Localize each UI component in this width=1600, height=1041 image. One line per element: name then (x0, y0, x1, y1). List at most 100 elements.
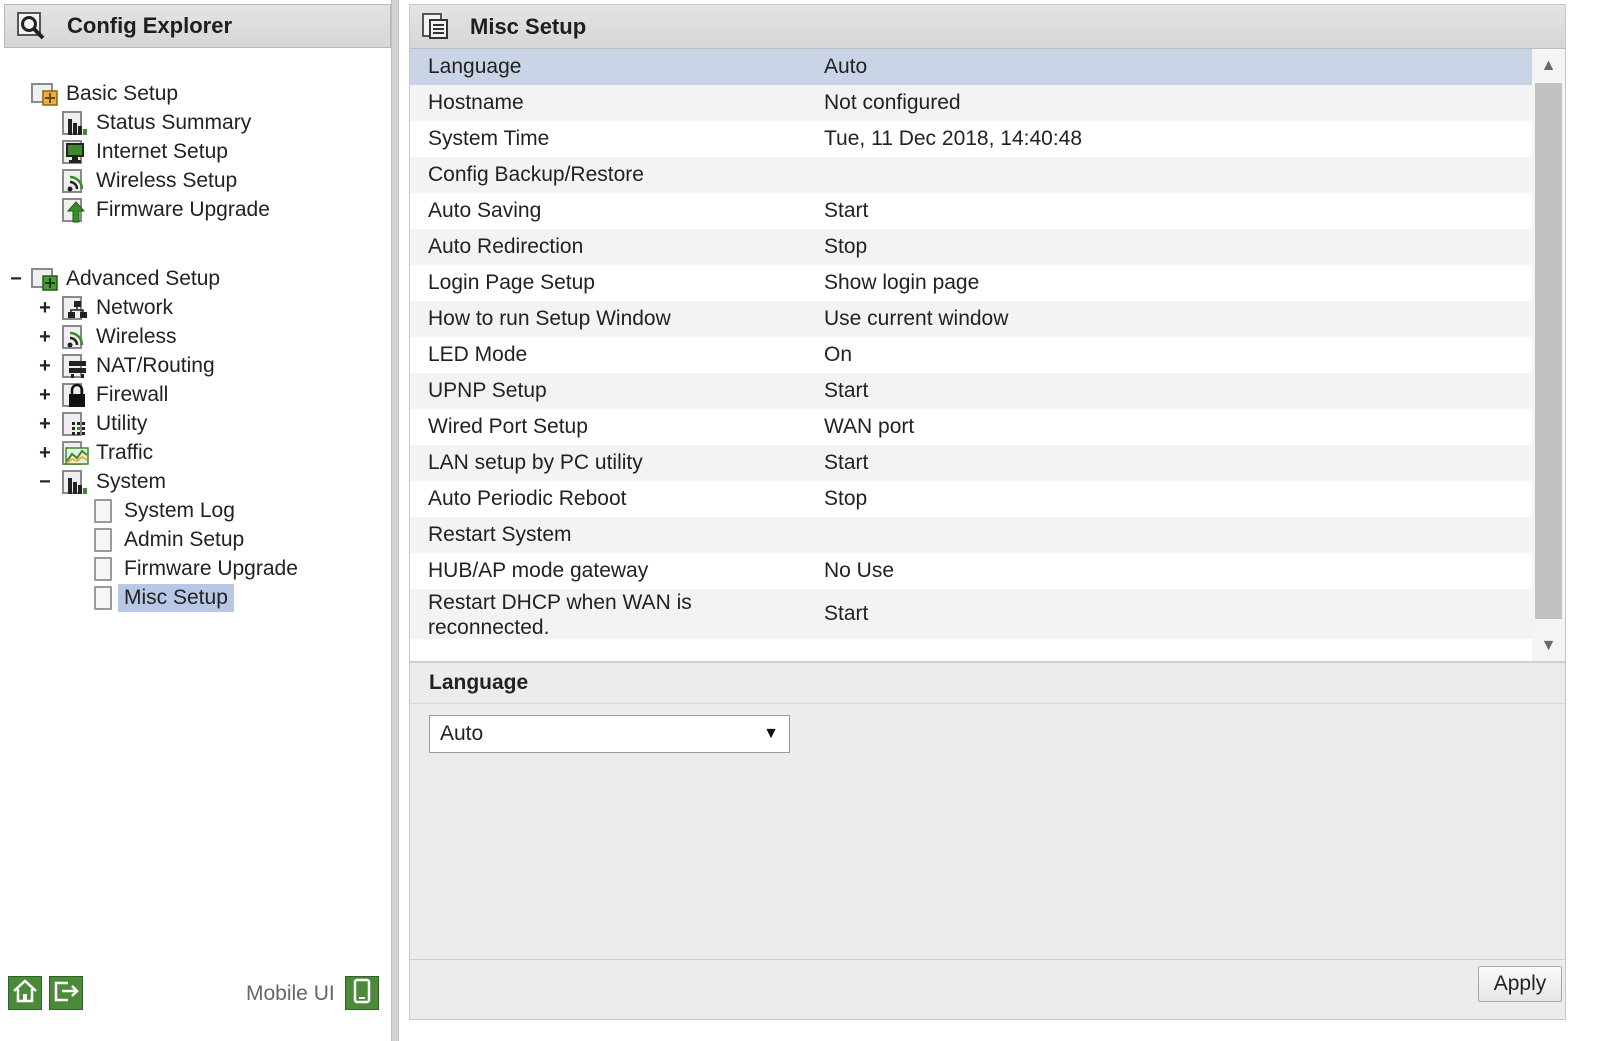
setting-key: Wired Port Setup (428, 415, 588, 438)
settings-row-auto-redirection[interactable]: Auto Redirection Stop (410, 229, 1532, 265)
tree-node-firmware-upgrade-system[interactable]: Firmware Upgrade (88, 555, 304, 583)
settings-row-wired-port[interactable]: Wired Port Setup WAN port (410, 409, 1532, 445)
tree-label: Misc Setup (118, 584, 234, 612)
scroll-up-arrow-icon[interactable]: ▲ (1532, 51, 1565, 81)
tree-node-wireless-setup[interactable]: Wireless Setup (60, 167, 243, 195)
home-button[interactable] (8, 976, 42, 1010)
setting-value: Show login page (824, 271, 980, 294)
tree-node-nat-routing[interactable]: NAT/Routing (60, 352, 221, 380)
folder-basic-icon (30, 80, 60, 108)
tree-node-system-log[interactable]: System Log (88, 497, 241, 525)
tree-node-utility[interactable]: Utility (60, 410, 153, 438)
setting-key: Restart System (428, 523, 572, 546)
network-icon (60, 294, 90, 322)
window-icon (420, 11, 452, 43)
logout-button[interactable] (49, 976, 83, 1010)
tree-node-misc-setup[interactable]: Misc Setup (88, 584, 234, 612)
settings-row-auto-saving[interactable]: Auto Saving Start (410, 193, 1532, 229)
setting-key: Config Backup/Restore (428, 163, 644, 186)
logout-icon (52, 977, 80, 1010)
apply-button[interactable]: Apply (1478, 966, 1562, 1002)
settings-row-hostname[interactable]: Hostname Not configured (410, 85, 1532, 121)
language-select-value: Auto (440, 722, 484, 745)
setting-value: On (824, 343, 853, 366)
setting-value: Stop (824, 235, 868, 258)
settings-row-led-mode[interactable]: LED Mode On (410, 337, 1532, 373)
search-config-icon (15, 10, 47, 42)
table-scrollbar[interactable]: ▲ ▼ (1532, 49, 1565, 661)
setting-value: Start (824, 199, 869, 222)
settings-row-config-backup[interactable]: Config Backup/Restore (410, 157, 1532, 193)
lock-icon (60, 381, 90, 409)
tree-node-firmware-upgrade-basic[interactable]: Firmware Upgrade (60, 196, 276, 224)
settings-row-upnp[interactable]: UPNP Setup Start (410, 373, 1532, 409)
language-select[interactable]: Auto ▼ (429, 715, 790, 753)
config-explorer-panel: Config Explorer Basic Setup Status Summa… (0, 0, 398, 1041)
tree-node-network[interactable]: Network (60, 294, 179, 322)
config-explorer-title: Config Explorer (67, 13, 233, 38)
settings-row-setup-window[interactable]: How to run Setup Window Use current wind… (410, 301, 1532, 337)
tree-label: Firewall (96, 383, 169, 406)
misc-setup-title: Misc Setup (470, 13, 587, 39)
expand-network-toggle[interactable]: + (37, 298, 53, 318)
setting-key: Restart DHCP when WAN is reconnected. (428, 590, 692, 640)
page-icon (94, 557, 112, 581)
upgrade-arrow-icon (60, 196, 90, 224)
mobile-ui-button[interactable] (345, 976, 379, 1010)
tree-node-traffic[interactable]: Traffic (60, 439, 159, 467)
settings-table: Language Auto Hostname Not configured Sy… (410, 49, 1565, 661)
tree-node-basic-setup[interactable]: Basic Setup (30, 80, 184, 108)
tree-label: Utility (96, 412, 148, 435)
expand-utility-toggle[interactable]: + (37, 414, 53, 434)
expand-nat-routing-toggle[interactable]: + (37, 356, 53, 376)
setting-value: Not configured (824, 91, 961, 114)
router-icon (60, 352, 90, 380)
tree-label: System Log (124, 499, 235, 522)
setting-value: Start (824, 379, 869, 402)
tree-node-system[interactable]: System (60, 468, 172, 496)
setting-key: LED Mode (428, 343, 528, 366)
setting-value: Start (824, 602, 869, 625)
collapse-system-toggle[interactable]: − (37, 472, 53, 492)
home-icon (11, 977, 39, 1010)
dropdown-caret-icon: ▼ (763, 725, 779, 742)
scroll-thumb[interactable] (1535, 83, 1562, 619)
tree-node-firewall[interactable]: Firewall (60, 381, 174, 409)
page-icon (94, 586, 112, 610)
tree-node-internet-setup[interactable]: Internet Setup (60, 138, 234, 166)
setting-key: System Time (428, 127, 550, 150)
config-explorer-header: Config Explorer (4, 4, 391, 48)
settings-row-lan-setup[interactable]: LAN setup by PC utility Start (410, 445, 1532, 481)
tree-node-admin-setup[interactable]: Admin Setup (88, 526, 250, 554)
tree-node-wireless[interactable]: Wireless (60, 323, 183, 351)
utility-grid-icon (60, 410, 90, 438)
setting-value: Tue, 11 Dec 2018, 14:40:48 (824, 127, 1083, 150)
tree-node-status-summary[interactable]: Status Summary (60, 109, 257, 137)
expand-firewall-toggle[interactable]: + (37, 385, 53, 405)
tree-label: Internet Setup (96, 140, 228, 163)
settings-row-language[interactable]: Language Auto (410, 49, 1532, 85)
expand-wireless-toggle[interactable]: + (37, 327, 53, 347)
settings-row-system-time[interactable]: System Time Tue, 11 Dec 2018, 14:40:48 (410, 121, 1532, 157)
settings-row-periodic-reboot[interactable]: Auto Periodic Reboot Stop (410, 481, 1532, 517)
detail-title: Language (429, 671, 529, 694)
collapse-advanced-toggle[interactable]: − (8, 269, 24, 289)
mobile-ui-label[interactable]: Mobile UI (246, 982, 335, 1006)
misc-setup-header: Misc Setup (410, 5, 1565, 49)
misc-setup-panel: Misc Setup Language Auto Hostname Not co… (409, 4, 1566, 1020)
setting-key: Login Page Setup (428, 271, 595, 294)
expand-traffic-toggle[interactable]: + (37, 443, 53, 463)
wireless-icon (60, 167, 90, 195)
settings-row-login-page[interactable]: Login Page Setup Show login page (410, 265, 1532, 301)
setting-key: LAN setup by PC utility (428, 451, 643, 474)
scroll-down-arrow-icon[interactable]: ▼ (1532, 631, 1565, 661)
tree-label: System (96, 470, 167, 493)
settings-row-restart-system[interactable]: Restart System (410, 517, 1532, 553)
setting-key: Hostname (428, 91, 524, 114)
setting-value: No Use (824, 559, 895, 582)
settings-row-hub-ap-gateway[interactable]: HUB/AP mode gateway No Use (410, 553, 1532, 589)
panel-splitter[interactable] (391, 0, 399, 1041)
settings-row-restart-dhcp[interactable]: Restart DHCP when WAN is reconnected. St… (410, 589, 1532, 639)
tree-node-advanced-setup[interactable]: Advanced Setup (30, 265, 226, 293)
language-detail-section: Language Auto ▼ (410, 661, 1565, 959)
